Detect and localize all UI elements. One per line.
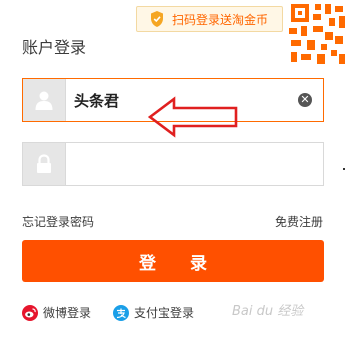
password-field[interactable] [22,142,324,186]
register-link[interactable]: 免费注册 [275,213,323,230]
weibo-icon [22,304,38,321]
alipay-icon [113,304,129,321]
qr-code-icon[interactable] [285,0,347,68]
forgot-password-link[interactable]: 忘记登录密码 [22,213,94,230]
watermark: Bai du 经验 [232,304,304,319]
lock-icon-box [23,143,66,185]
page-title: 账户登录 [22,38,87,57]
alipay-login-link[interactable]: 支付宝登录 [113,304,194,321]
weibo-login-label: 微博登录 [43,306,92,320]
clear-icon[interactable]: ✕ [298,93,312,107]
weibo-login-link[interactable]: 微博登录 [22,304,91,321]
stray-dot [343,168,345,170]
user-icon [35,91,53,110]
promo-text: 扫码登录送淘金币 [172,12,269,27]
qr-login-promo[interactable]: 扫码登录送淘金币 [136,6,283,32]
user-icon-box [23,79,66,121]
shield-icon [151,11,163,27]
lock-icon [37,154,51,173]
alipay-login-label: 支付宝登录 [134,306,195,320]
login-panel: 扫码登录送淘金币 账户登录 头条君 ✕ 忘记登录密码 免费注册 登 录 微博登录… [0,0,347,347]
annotation-arrow-icon [148,96,238,138]
login-button[interactable]: 登 录 [22,240,324,282]
username-value: 头条君 [74,91,120,110]
